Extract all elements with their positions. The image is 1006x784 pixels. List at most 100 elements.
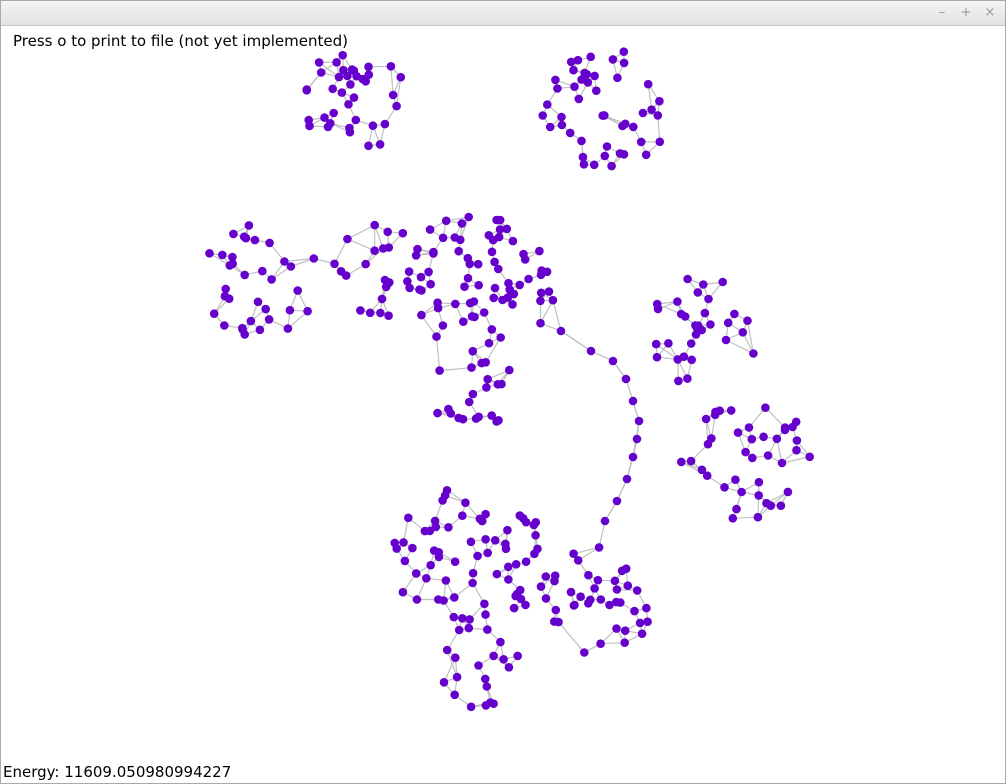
graph-node[interactable]: [536, 296, 545, 306]
graph-node[interactable]: [474, 280, 484, 290]
graph-node[interactable]: [687, 355, 696, 365]
graph-node[interactable]: [449, 612, 459, 622]
graph-node[interactable]: [622, 474, 632, 484]
graph-node[interactable]: [361, 259, 371, 269]
graph-node[interactable]: [481, 358, 491, 367]
graph-node[interactable]: [529, 520, 539, 530]
graph-node[interactable]: [730, 309, 739, 319]
graph-node[interactable]: [621, 374, 631, 384]
graph-node[interactable]: [483, 548, 493, 558]
graph-node[interactable]: [504, 663, 514, 672]
graph-node[interactable]: [434, 548, 444, 557]
graph-node[interactable]: [612, 496, 622, 506]
graph-node[interactable]: [264, 315, 274, 324]
graph-node[interactable]: [602, 142, 612, 151]
graph-node[interactable]: [777, 458, 787, 468]
graph-node[interactable]: [399, 538, 408, 547]
graph-node[interactable]: [655, 96, 664, 106]
graph-node[interactable]: [677, 457, 686, 467]
graph-node[interactable]: [697, 465, 707, 475]
graph-node[interactable]: [344, 100, 353, 109]
graph-node[interactable]: [464, 212, 474, 222]
graph-node[interactable]: [345, 123, 354, 133]
graph-node[interactable]: [461, 498, 470, 508]
graph-node[interactable]: [557, 112, 566, 122]
graph-node[interactable]: [704, 294, 713, 304]
graph-node[interactable]: [496, 333, 506, 342]
graph-node[interactable]: [536, 270, 546, 280]
graph-node[interactable]: [744, 423, 754, 432]
graph-node[interactable]: [509, 289, 519, 299]
graph-node[interactable]: [352, 71, 361, 81]
graph-node[interactable]: [636, 137, 646, 147]
title-bar[interactable]: – + ×: [1, 1, 1005, 26]
graph-node[interactable]: [566, 587, 576, 597]
graph-node[interactable]: [617, 566, 627, 576]
graph-node[interactable]: [464, 623, 474, 633]
graph-node[interactable]: [458, 414, 468, 424]
graph-node[interactable]: [474, 412, 484, 422]
graph-node[interactable]: [538, 111, 547, 120]
graph-node[interactable]: [412, 595, 422, 604]
graph-node[interactable]: [515, 280, 524, 290]
graph-node[interactable]: [224, 294, 234, 304]
graph-node[interactable]: [481, 509, 490, 519]
graph-node[interactable]: [246, 316, 256, 326]
graph-node[interactable]: [303, 306, 312, 316]
graph-node[interactable]: [504, 575, 513, 584]
graph-node[interactable]: [710, 410, 720, 420]
graph-node[interactable]: [398, 587, 408, 597]
graph-node[interactable]: [637, 629, 647, 638]
graph-node[interactable]: [404, 513, 413, 523]
graph-node[interactable]: [258, 266, 267, 276]
graph-node[interactable]: [726, 406, 736, 415]
graph-node[interactable]: [370, 220, 380, 230]
graph-node[interactable]: [482, 383, 491, 392]
graph-node[interactable]: [743, 316, 752, 326]
graph-node[interactable]: [584, 570, 593, 580]
graph-node[interactable]: [728, 514, 738, 523]
graph-node[interactable]: [454, 246, 464, 256]
graph-node[interactable]: [580, 648, 589, 657]
graph-node[interactable]: [683, 374, 692, 383]
graph-node[interactable]: [706, 320, 715, 329]
graph-node[interactable]: [655, 137, 665, 147]
graph-node[interactable]: [652, 299, 662, 309]
graph-node[interactable]: [356, 306, 365, 315]
graph-node[interactable]: [349, 93, 359, 102]
graph-node[interactable]: [370, 246, 379, 255]
graph-node[interactable]: [699, 280, 708, 289]
graph-node[interactable]: [388, 90, 398, 100]
graph-node[interactable]: [554, 617, 563, 627]
graph-node[interactable]: [483, 374, 493, 384]
graph-node[interactable]: [643, 79, 653, 89]
graph-node[interactable]: [228, 252, 237, 262]
graph-node[interactable]: [470, 312, 479, 322]
graph-node[interactable]: [351, 115, 361, 125]
graph-svg[interactable]: [1, 26, 1005, 783]
graph-node[interactable]: [438, 321, 448, 330]
graph-node[interactable]: [592, 86, 601, 95]
graph-node[interactable]: [466, 537, 476, 547]
graph-node[interactable]: [574, 94, 584, 104]
graph-node[interactable]: [788, 422, 797, 432]
graph-node[interactable]: [460, 282, 469, 292]
graph-node[interactable]: [544, 287, 554, 296]
graph-node[interactable]: [451, 653, 460, 662]
graph-node[interactable]: [280, 257, 289, 266]
graph-node[interactable]: [553, 84, 562, 93]
graph-node[interactable]: [638, 108, 648, 118]
graph-node[interactable]: [468, 389, 478, 399]
graph-node[interactable]: [598, 111, 607, 120]
graph-node[interactable]: [441, 216, 451, 226]
graph-node[interactable]: [267, 275, 276, 284]
graph-node[interactable]: [493, 380, 503, 389]
graph-node[interactable]: [619, 47, 629, 56]
graph-node[interactable]: [365, 308, 375, 318]
graph-node[interactable]: [586, 346, 596, 356]
graph-node[interactable]: [411, 569, 421, 578]
graph-node[interactable]: [642, 603, 651, 613]
graph-node[interactable]: [474, 661, 483, 670]
graph-node[interactable]: [504, 562, 513, 572]
graph-node[interactable]: [543, 100, 552, 109]
